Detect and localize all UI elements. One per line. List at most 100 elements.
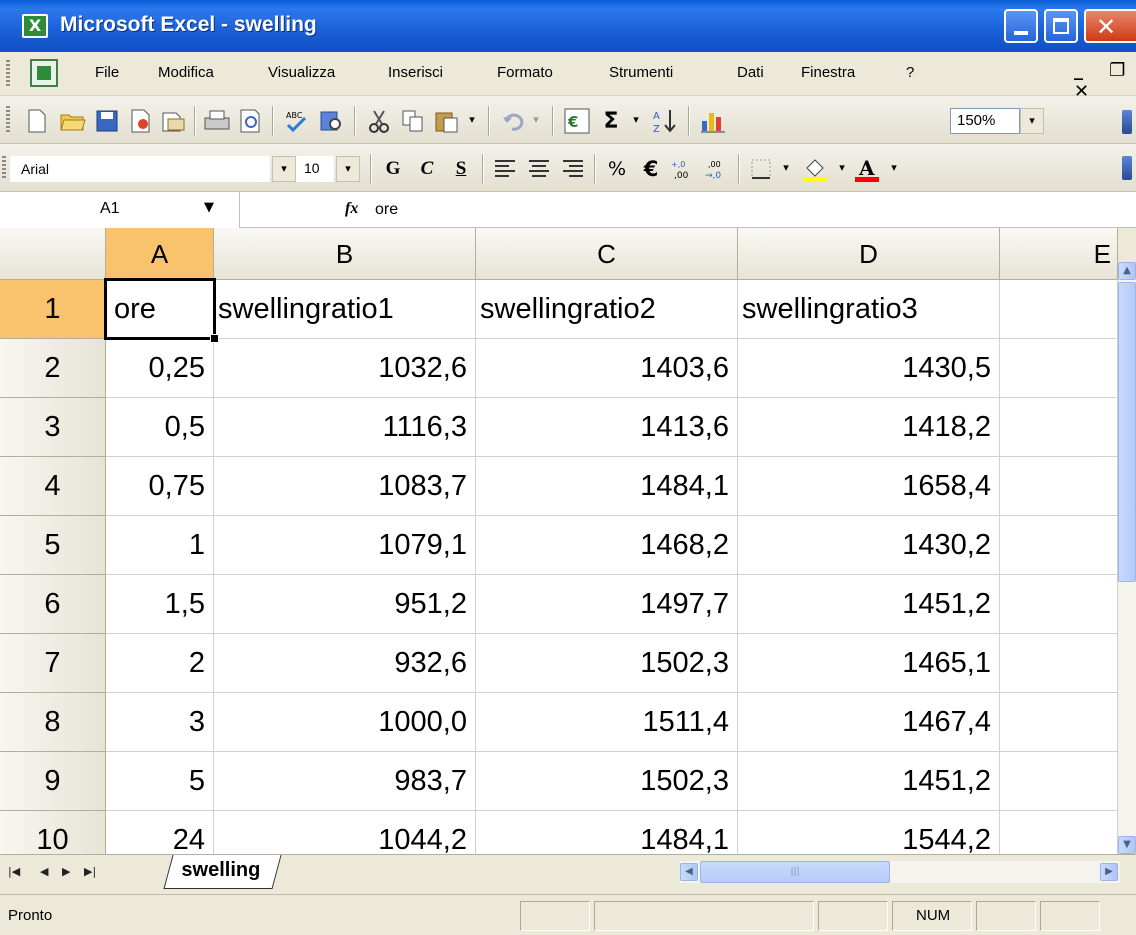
chart-wizard-icon[interactable] [698,106,728,136]
toolbar-grip[interactable] [6,106,10,134]
email-icon[interactable] [158,106,188,136]
row-header[interactable]: 7 [0,634,106,693]
row-header[interactable]: 6 [0,575,106,634]
cell[interactable]: 1044,2 [214,811,476,854]
horizontal-scroll-thumb[interactable]: ||| [700,861,890,883]
close-button[interactable]: ✕ [1084,9,1136,43]
percent-style-button[interactable]: % [602,154,632,184]
menu-finestra[interactable]: Finestra [801,64,855,81]
cell[interactable] [1000,457,1118,516]
cell[interactable]: 1430,5 [738,339,1000,398]
font-color-dropdown[interactable]: ▾ [882,156,906,182]
print-icon[interactable] [202,106,232,136]
cell[interactable] [1000,693,1118,752]
row-header[interactable]: 2 [0,339,106,398]
title-bar[interactable]: X Microsoft Excel - swelling ✕ [0,0,1136,52]
sheet-tab-swelling[interactable]: swelling [163,855,282,889]
cell[interactable] [1000,398,1118,457]
toolbar-grip[interactable] [2,156,6,180]
vertical-scrollbar[interactable]: ▲ ▼ [1118,262,1136,854]
font-size-dropdown[interactable]: ▾ [336,156,360,182]
italic-button[interactable]: C [412,154,442,184]
sort-ascending-icon[interactable]: AZ [650,106,680,136]
save-icon[interactable] [92,106,122,136]
align-left-icon[interactable] [490,154,520,184]
menu-help[interactable]: ? [906,64,914,81]
toolbar-options-icon[interactable] [1122,156,1132,180]
new-icon[interactable] [22,106,52,136]
menu-visualizza[interactable]: Visualizza [268,64,335,81]
fill-color-dropdown[interactable]: ▾ [830,156,854,182]
permission-icon[interactable] [126,106,156,136]
insert-function-fx-icon[interactable]: fx [345,200,358,218]
cell[interactable]: swellingratio3 [738,280,1000,339]
scroll-up-button[interactable]: ▲ [1118,262,1136,280]
cell[interactable]: 2 [106,634,214,693]
cell[interactable]: 1,5 [106,575,214,634]
cell[interactable]: 1502,3 [476,752,738,811]
menu-strumenti[interactable]: Strumenti [609,64,673,81]
cell[interactable]: 1116,3 [214,398,476,457]
previous-sheet-icon[interactable]: ◀ [40,865,48,878]
toolbar-options-icon[interactable] [1122,110,1132,134]
next-sheet-icon[interactable]: ▶ [62,865,70,878]
cell[interactable]: 1000,0 [214,693,476,752]
paste-dropdown[interactable]: ▾ [460,108,484,134]
cut-icon[interactable] [364,106,394,136]
cell[interactable]: 5 [106,752,214,811]
column-header-d[interactable]: D [738,228,1000,280]
font-color-icon[interactable]: A [852,154,882,184]
cell[interactable]: 1467,4 [738,693,1000,752]
menu-file[interactable]: File [95,64,119,81]
cell[interactable]: 1451,2 [738,575,1000,634]
cell[interactable]: 951,2 [214,575,476,634]
cell[interactable]: 1484,1 [476,457,738,516]
scroll-right-button[interactable]: ▶ [1100,863,1118,881]
column-header-a[interactable]: A [106,228,214,280]
cell[interactable]: 1468,2 [476,516,738,575]
autosum-icon[interactable]: Σ [596,106,626,136]
menu-modifica[interactable]: Modifica [158,64,214,81]
underline-button[interactable]: S [446,154,476,184]
cell[interactable]: 1658,4 [738,457,1000,516]
cell[interactable]: 1465,1 [738,634,1000,693]
excel-app-icon[interactable]: X [22,14,48,38]
zoom-select[interactable]: 150% [950,108,1020,134]
cell[interactable]: 3 [106,693,214,752]
cell[interactable]: 1451,2 [738,752,1000,811]
spelling-icon[interactable]: ABC [282,106,312,136]
scroll-down-button[interactable]: ▼ [1118,836,1136,854]
menu-formato[interactable]: Formato [497,64,553,81]
cell[interactable]: 1511,4 [476,693,738,752]
cell[interactable]: 1083,7 [214,457,476,516]
row-header[interactable]: 5 [0,516,106,575]
cell[interactable]: 1032,6 [214,339,476,398]
first-sheet-icon[interactable]: |◀ [8,865,20,878]
menu-inserisci[interactable]: Inserisci [388,64,443,81]
horizontal-scrollbar[interactable]: ◀ ||| ▶ [680,861,1120,883]
cell[interactable]: ore [106,280,214,339]
last-sheet-icon[interactable]: ▶| [84,865,96,878]
row-header[interactable]: 3 [0,398,106,457]
minimize-button[interactable] [1004,9,1038,43]
copy-icon[interactable] [398,106,428,136]
bold-button[interactable]: G [378,154,408,184]
cell[interactable]: 1 [106,516,214,575]
cell[interactable]: 1544,2 [738,811,1000,854]
cell[interactable] [1000,575,1118,634]
column-header-b[interactable]: B [214,228,476,280]
paste-icon[interactable] [432,106,462,136]
cell[interactable]: 0,25 [106,339,214,398]
cell[interactable]: 1484,1 [476,811,738,854]
row-header[interactable]: 9 [0,752,106,811]
cell[interactable]: 1497,7 [476,575,738,634]
font-size-field[interactable]: 10 [296,156,334,182]
cell[interactable]: 1430,2 [738,516,1000,575]
print-preview-icon[interactable] [236,106,266,136]
cell[interactable]: 1079,1 [214,516,476,575]
formula-input[interactable]: ore [375,201,398,219]
column-header-e[interactable]: E [1000,228,1118,280]
column-header-c[interactable]: C [476,228,738,280]
font-name-dropdown[interactable]: ▾ [272,156,296,182]
undo-dropdown[interactable]: ▾ [524,108,548,134]
